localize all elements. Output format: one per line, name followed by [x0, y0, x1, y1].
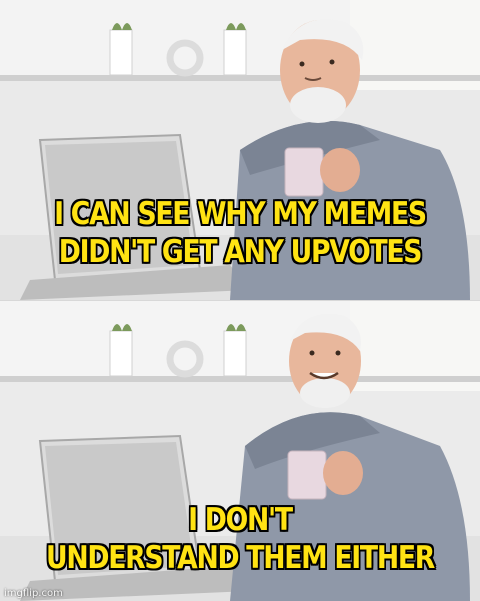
top-caption-line-1: I CAN SEE WHY MY MEMES	[54, 196, 427, 232]
meme-panel-bottom: I DON'T UNDERSTAND THEM EITHER	[0, 301, 480, 601]
bottom-caption-line-2: UNDERSTAND THEM EITHER	[45, 540, 435, 576]
top-caption-line-2: DIDN'T GET ANY UPVOTES	[58, 234, 423, 270]
plant-pot-left	[109, 324, 133, 377]
plant-pot-right	[223, 23, 247, 76]
meme-image: I CAN SEE WHY MY MEMES DIDN'T GET ANY UP…	[0, 0, 480, 601]
plant-pot-right	[223, 324, 247, 377]
bottom-caption-line-1: I DON'T	[188, 502, 293, 538]
plant-pot-left	[109, 23, 133, 76]
bottom-caption: I DON'T UNDERSTAND THEM EITHER	[34, 501, 447, 577]
meme-panel-top: I CAN SEE WHY MY MEMES DIDN'T GET ANY UP…	[0, 0, 480, 300]
imgflip-watermark: imgflip.com	[4, 588, 63, 599]
top-caption: I CAN SEE WHY MY MEMES DIDN'T GET ANY UP…	[34, 195, 447, 271]
